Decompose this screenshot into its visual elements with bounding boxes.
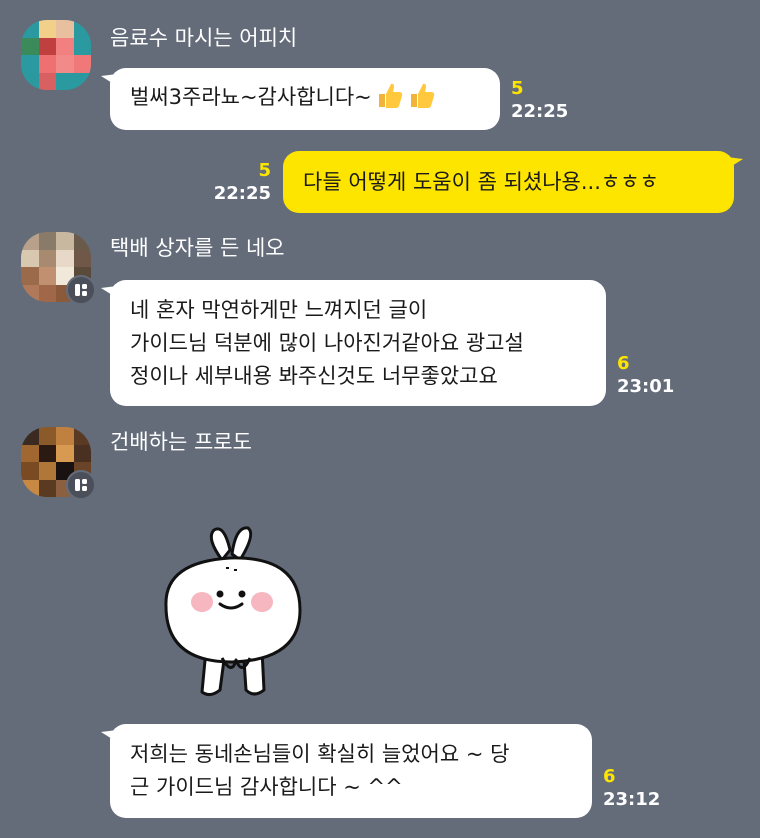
thumbs-up-icon: [408, 82, 436, 118]
timestamp: 22:25: [213, 183, 271, 204]
avatar[interactable]: [21, 20, 91, 90]
bunny-sticker[interactable]: [150, 520, 320, 710]
unread-count: 6: [603, 766, 616, 787]
message-bubble[interactable]: 벌써3주라뇨~감사합니다~: [101, 68, 500, 130]
sender-name: 음료수 마시는 어피치: [110, 26, 298, 50]
profile-badge-icon: [66, 470, 96, 500]
sender-name: 건배하는 프로도: [110, 430, 252, 454]
unread-count: 6: [617, 353, 630, 374]
timestamp: 22:25: [511, 101, 569, 122]
timestamp: 23:12: [603, 789, 661, 810]
message-text: 가이드님 덕분에 많이 나아진거같아요 광고설: [130, 330, 524, 355]
message-meta: 5 22:25: [205, 162, 271, 203]
message-text: 저희는 동네손님들이 확실히 늘었어요 ~ 당: [130, 742, 510, 766]
message-meta: 6 23:01: [617, 355, 674, 396]
message-bubble[interactable]: 네 혼자 막연하게만 느껴지던 글이 가이드님 덕분에 많이 나아진거같아요 광…: [101, 280, 606, 406]
unread-count: 5: [258, 160, 271, 181]
unread-count: 5: [511, 78, 524, 99]
message-text: 다들 어떻게 도움이 좀 되셨나용...ㅎㅎㅎ: [303, 169, 659, 194]
message-text: 근 가이드님 감사합니다 ~ ^^: [130, 775, 403, 799]
message-text: 벌써3주라뇨~감사합니다~: [130, 84, 372, 109]
bubble-tail: [101, 730, 117, 742]
timestamp: 23:01: [617, 376, 675, 397]
bunny-icon: [164, 526, 302, 697]
bubble-tail: [101, 74, 117, 86]
message-text: 네 혼자 막연하게만 느껴지던 글이: [130, 297, 428, 322]
profile-badge-icon: [66, 275, 96, 305]
my-message-bubble[interactable]: 다들 어떻게 도움이 좀 되셨나용...ㅎㅎㅎ: [283, 151, 743, 213]
message-bubble[interactable]: 저희는 동네손님들이 확실히 늘었어요 ~ 당 근 가이드님 감사합니다 ~ ^…: [101, 724, 592, 818]
thumbs-up-icon: [376, 82, 404, 118]
bubble-tail: [727, 157, 743, 169]
message-text: 정이나 세부내용 봐주신것도 너무좋았고요: [130, 363, 498, 388]
sender-name: 택배 상자를 든 네오: [110, 236, 285, 260]
message-meta: 6 23:12: [603, 768, 660, 809]
message-meta: 5 22:25: [511, 80, 568, 121]
bubble-tail: [101, 286, 117, 298]
